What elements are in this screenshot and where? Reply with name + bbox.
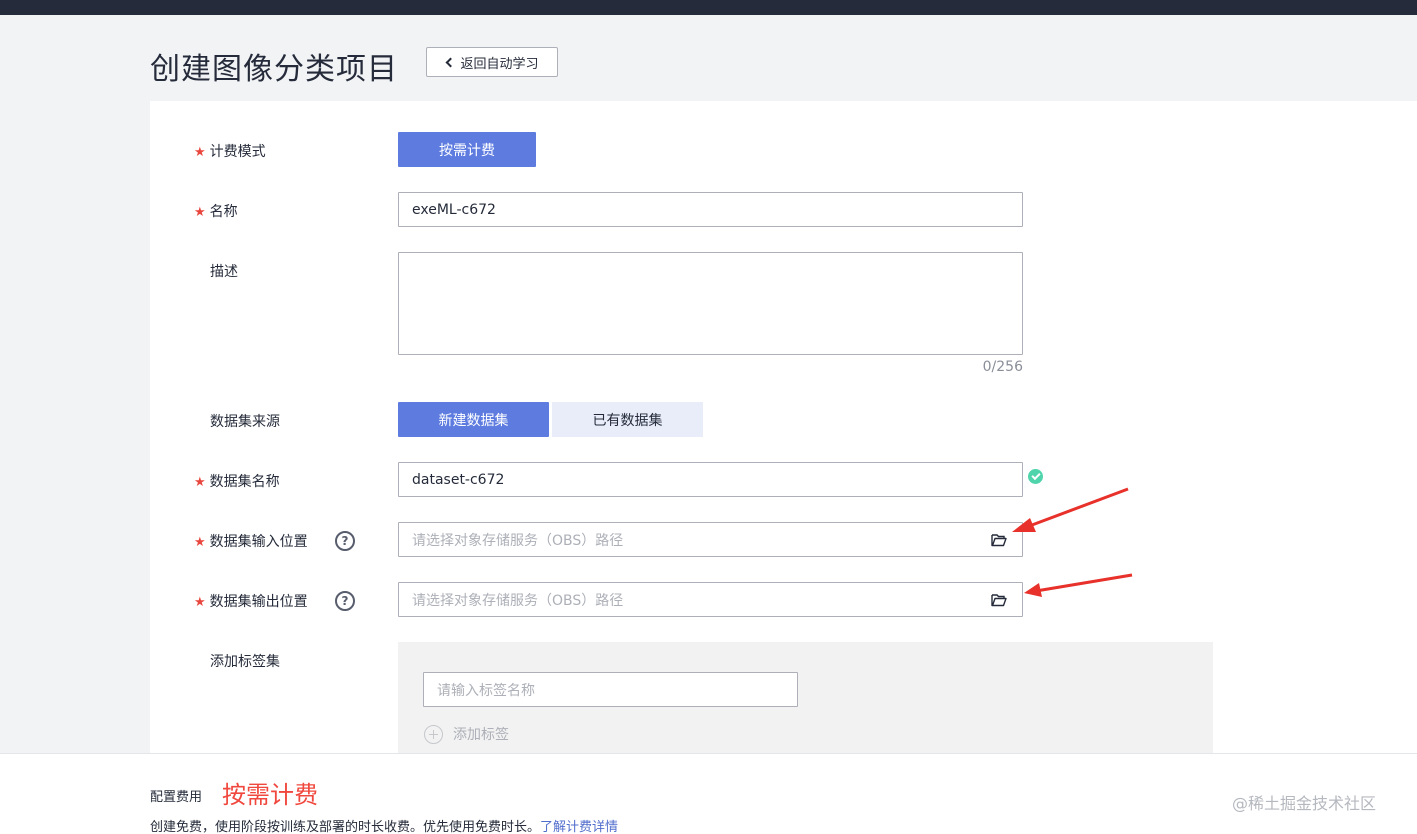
label-set-label: 添加标签集 <box>210 654 280 670</box>
dataset-source-new-button[interactable]: 新建数据集 <box>398 402 549 437</box>
label-name-input[interactable]: 请输入标签名称 <box>423 672 798 707</box>
valid-check-icon <box>1028 469 1043 484</box>
dataset-input-path-field[interactable]: 请选择对象存储服务（OBS）路径 <box>398 522 1023 557</box>
required-mark: ★ <box>194 535 206 550</box>
dataset-output-label-text: 数据集输出位置 <box>209 594 308 610</box>
help-icon[interactable]: ? <box>335 531 355 551</box>
fee-description: 创建免费，使用阶段按训练及部署的时长收费。优先使用免费时长。了解计费详情 <box>150 816 618 834</box>
dataset-name-label: ★ 数据集名称 <box>194 471 280 491</box>
page-title: 创建图像分类项目 <box>150 52 398 87</box>
billing-mode-on-demand-button[interactable]: 按需计费 <box>398 132 536 167</box>
dataset-source-label: 数据集来源 <box>210 414 280 430</box>
name-label: ★ 名称 <box>194 201 238 221</box>
description-char-counter: 0/256 <box>982 359 1023 375</box>
dataset-output-label: ★ 数据集输出位置 <box>194 591 308 611</box>
back-to-automl-button[interactable]: 返回自动学习 <box>426 47 558 77</box>
back-button-label: 返回自动学习 <box>460 56 539 72</box>
dataset-input-label: ★ 数据集输入位置 <box>194 531 308 551</box>
description-textarea[interactable] <box>398 252 1023 355</box>
folder-open-icon[interactable] <box>991 593 1007 607</box>
watermark: @稀土掘金技术社区 <box>1232 794 1377 813</box>
name-input[interactable]: exeML-c672 <box>398 192 1023 227</box>
required-mark: ★ <box>194 475 206 490</box>
chevron-left-icon <box>446 57 456 67</box>
help-icon[interactable]: ? <box>335 591 355 611</box>
add-label-text: 添加标签 <box>453 727 509 743</box>
required-mark: ★ <box>194 205 206 220</box>
description-label: 描述 <box>210 264 238 280</box>
add-label-button[interactable]: 添加标签 <box>424 724 509 744</box>
fee-value: 按需计费 <box>222 781 318 809</box>
fee-details-link[interactable]: 了解计费详情 <box>540 820 618 834</box>
name-label-text: 名称 <box>209 204 238 220</box>
dataset-output-path-field[interactable]: 请选择对象存储服务（OBS）路径 <box>398 582 1023 617</box>
folder-open-icon[interactable] <box>991 533 1007 547</box>
dataset-name-label-text: 数据集名称 <box>209 474 280 490</box>
billing-mode-label: ★ 计费模式 <box>194 141 266 161</box>
dataset-input-label-text: 数据集输入位置 <box>209 534 308 550</box>
top-navigation-bar <box>0 0 1417 15</box>
fee-description-text: 创建免费，使用阶段按训练及部署的时长收费。优先使用免费时长。 <box>150 820 541 834</box>
required-mark: ★ <box>194 145 206 160</box>
dataset-source-existing-button[interactable]: 已有数据集 <box>552 402 703 437</box>
billing-mode-label-text: 计费模式 <box>209 144 266 160</box>
required-mark: ★ <box>194 595 206 610</box>
fee-label: 配置费用 <box>150 790 203 805</box>
plus-circle-icon <box>424 724 443 744</box>
dataset-name-input[interactable]: dataset-c672 <box>398 462 1023 497</box>
